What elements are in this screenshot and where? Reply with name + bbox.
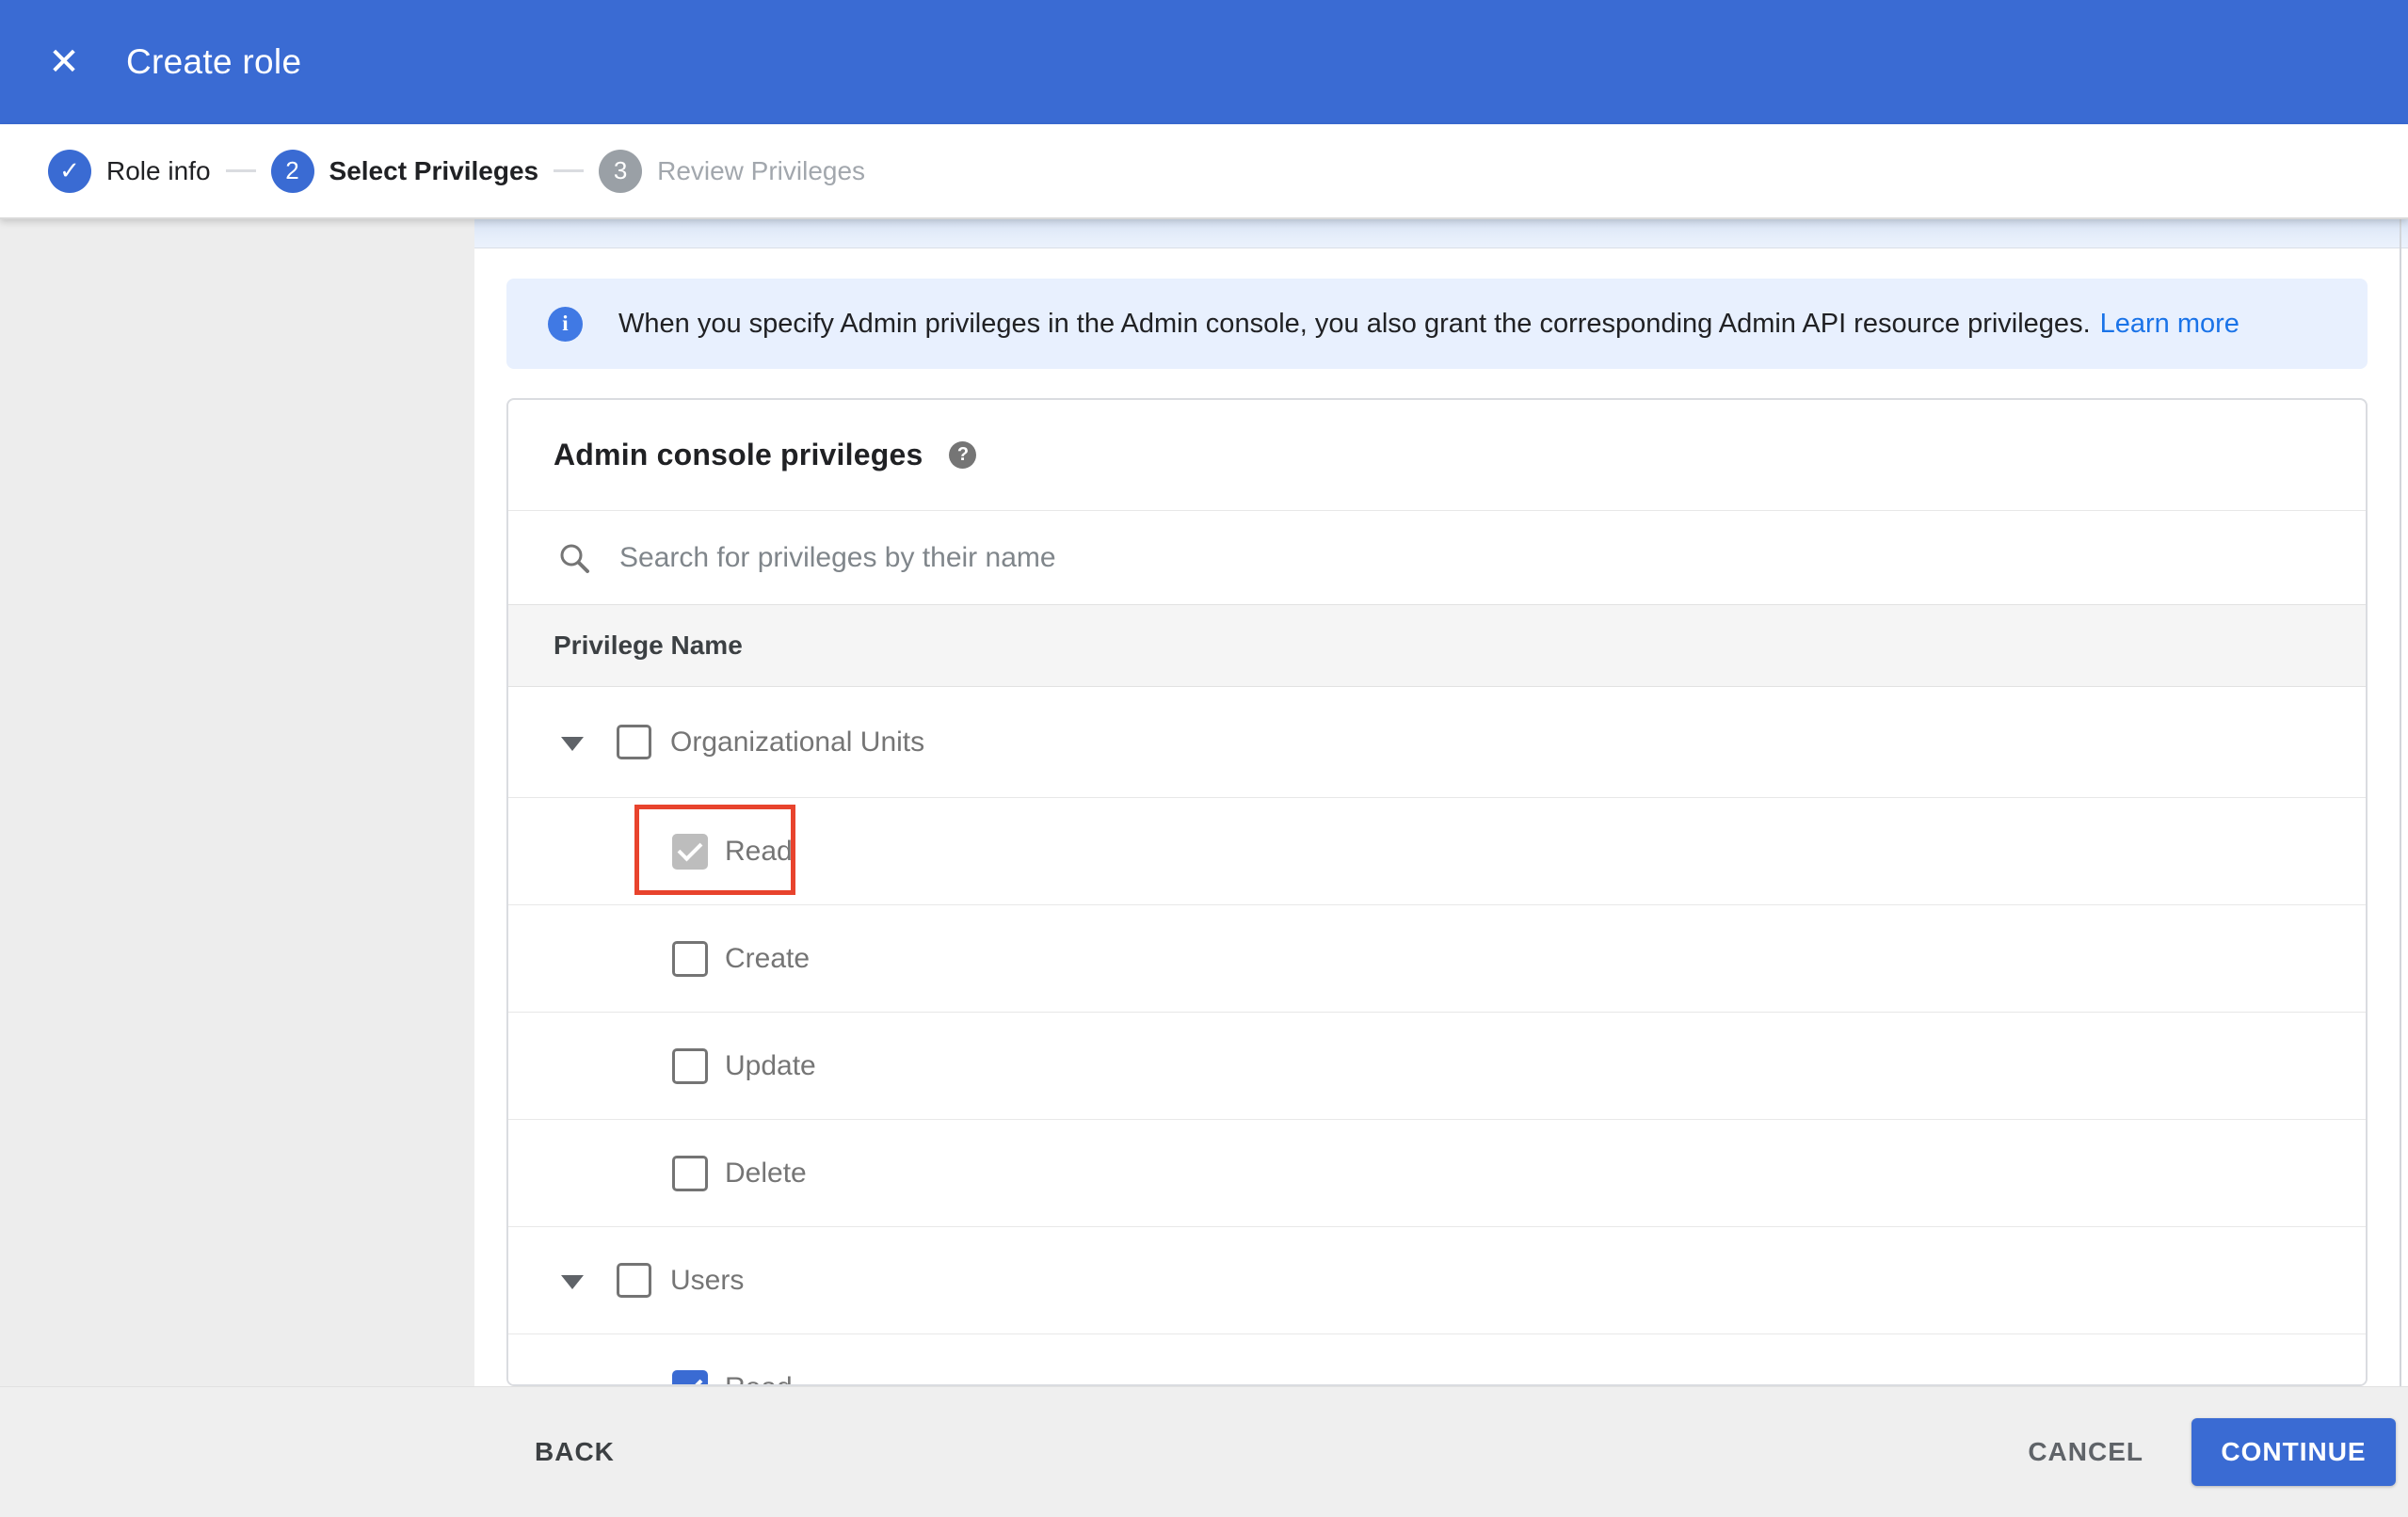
dialog-title: Create role [126,42,302,81]
privilege-table-header: Privilege Name [508,604,2366,687]
read-checkbox[interactable] [672,833,708,870]
privilege-label: Users [670,1264,745,1296]
row-users-read: Read [508,1334,2366,1385]
scroll-edge-line [2400,219,2401,1386]
privilege-search[interactable]: Search for privileges by their name [508,510,2366,604]
step-number: 2 [270,149,314,193]
step-role-info[interactable]: ✓ Role info [48,149,211,193]
privilege-label: Read [725,1372,793,1385]
highlight-box [634,805,795,895]
users-read-checkbox[interactable] [672,1369,708,1384]
cancel-button[interactable]: CANCEL [2028,1437,2143,1467]
organizational-units-checkbox[interactable] [617,725,651,759]
column-header-privilege-name: Privilege Name [554,631,743,660]
step-select-privileges[interactable]: 2 Select Privileges [270,149,539,193]
expand-caret-icon[interactable] [561,1274,584,1289]
users-checkbox[interactable] [617,1263,651,1298]
row-ou-update: Update [508,1013,2366,1120]
step-separator [225,169,256,172]
step-separator [554,169,585,172]
learn-more-link[interactable]: Learn more [2100,309,2239,340]
info-banner: i When you specify Admin privileges in t… [506,279,2368,369]
update-checkbox[interactable] [672,1047,708,1084]
privilege-label: Create [725,942,811,974]
step-label: Role info [106,155,211,185]
continue-button[interactable]: CONTINUE [2191,1418,2396,1486]
step-label: Select Privileges [329,155,539,185]
row-organizational-units: Organizational Units [508,687,2366,798]
card-header: Admin console privileges ? [508,400,2366,510]
action-bar: BACK CANCEL CONTINUE [0,1386,2408,1517]
admin-privileges-card: Admin console privileges ? Search for pr… [506,398,2368,1386]
privilege-label: Update [725,1049,816,1081]
info-icon: i [548,306,583,342]
row-users: Users [508,1227,2366,1334]
left-sidebar [0,219,474,1386]
content-top-strip [474,219,2408,248]
banner-text: When you specify Admin privileges in the… [618,308,2091,339]
expand-caret-icon[interactable] [561,736,584,751]
row-ou-create: Create [508,905,2366,1013]
search-placeholder: Search for privileges by their name [619,541,1056,573]
dialog-titlebar: ✕ Create role [0,0,2408,124]
privilege-label: Delete [725,1157,807,1189]
stepper: ✓ Role info 2 Select Privileges 3 Review… [0,124,2408,219]
row-ou-delete: Delete [508,1120,2366,1227]
step-review-privileges[interactable]: 3 Review Privileges [599,149,866,193]
step-number: 3 [599,149,643,193]
back-button[interactable]: BACK [535,1437,615,1467]
row-ou-read: Read [508,798,2366,905]
step-label: Review Privileges [657,155,866,185]
step-check-icon: ✓ [48,149,91,193]
card-title: Admin console privileges [554,438,923,471]
create-checkbox[interactable] [672,940,708,977]
delete-checkbox[interactable] [672,1155,708,1191]
close-icon[interactable]: ✕ [45,43,83,81]
privilege-label: Organizational Units [670,726,925,758]
help-icon[interactable]: ? [949,441,977,469]
search-icon [560,544,589,573]
